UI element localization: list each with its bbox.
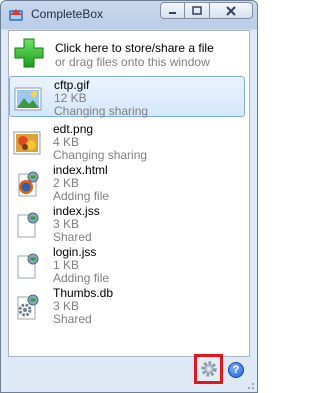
add-file-subtitle: or drag files onto this window <box>55 55 210 69</box>
add-file-title: Click here to store/share a file <box>55 41 214 55</box>
firefox-html-file-icon <box>18 171 39 197</box>
file-name: login.jss <box>53 245 97 259</box>
image-file-icon <box>14 87 42 111</box>
file-name: index.jss <box>53 204 100 218</box>
maximize-button[interactable] <box>185 2 210 19</box>
add-file-row[interactable]: Click here to store/share a file or drag… <box>13 37 243 73</box>
file-name: index.html <box>53 163 108 177</box>
settings-button[interactable] <box>194 354 223 384</box>
minimize-button[interactable] <box>160 2 185 19</box>
green-plus-icon <box>14 38 44 68</box>
completebox-window: CompleteBox Click here to store/share a … <box>0 0 258 393</box>
gear-icon <box>200 361 217 377</box>
file-size: 2 KB <box>53 176 80 190</box>
blank-file-icon <box>17 253 39 279</box>
window-title: CompleteBox <box>31 7 104 21</box>
list-item[interactable]: index.html 2 KB Adding file <box>9 162 245 203</box>
file-list-panel: Click here to store/share a file or drag… <box>8 30 250 357</box>
file-size: 12 KB <box>54 91 87 105</box>
file-name: edt.png <box>53 122 94 136</box>
minimize-icon <box>169 12 176 14</box>
close-button[interactable] <box>210 2 253 19</box>
list-item[interactable]: edt.png 4 KB Changing sharing <box>9 121 245 162</box>
image-file-icon <box>13 131 41 155</box>
maximize-icon <box>192 6 202 15</box>
file-name: cftp.gif <box>54 78 90 92</box>
file-status: Changing sharing <box>54 104 149 118</box>
list-item[interactable]: cftp.gif 12 KB Changing sharing <box>9 76 245 118</box>
file-size: 3 KB <box>53 299 80 313</box>
file-status: Adding file <box>53 189 110 203</box>
file-status: Adding file <box>53 271 110 285</box>
list-item[interactable]: Thumbs.db 3 KB Shared <box>9 285 245 326</box>
title-bar[interactable]: CompleteBox <box>1 1 257 29</box>
file-name: Thumbs.db <box>53 286 114 300</box>
resize-grip-icon[interactable] <box>245 380 255 390</box>
file-size: 4 KB <box>53 135 80 149</box>
list-item[interactable]: login.jss 1 KB Adding file <box>9 244 245 285</box>
file-size: 1 KB <box>53 258 80 272</box>
file-status: Changing sharing <box>53 148 148 162</box>
file-status: Shared <box>53 230 92 244</box>
file-status: Shared <box>53 312 92 326</box>
window-controls <box>160 2 253 21</box>
list-item[interactable]: index.jss 3 KB Shared <box>9 203 245 244</box>
app-logo-icon <box>9 9 23 21</box>
help-button[interactable]: ? <box>228 362 244 378</box>
file-size: 3 KB <box>53 217 80 231</box>
close-icon <box>226 5 236 16</box>
settings-file-icon <box>17 294 39 320</box>
blank-file-icon <box>17 212 39 238</box>
